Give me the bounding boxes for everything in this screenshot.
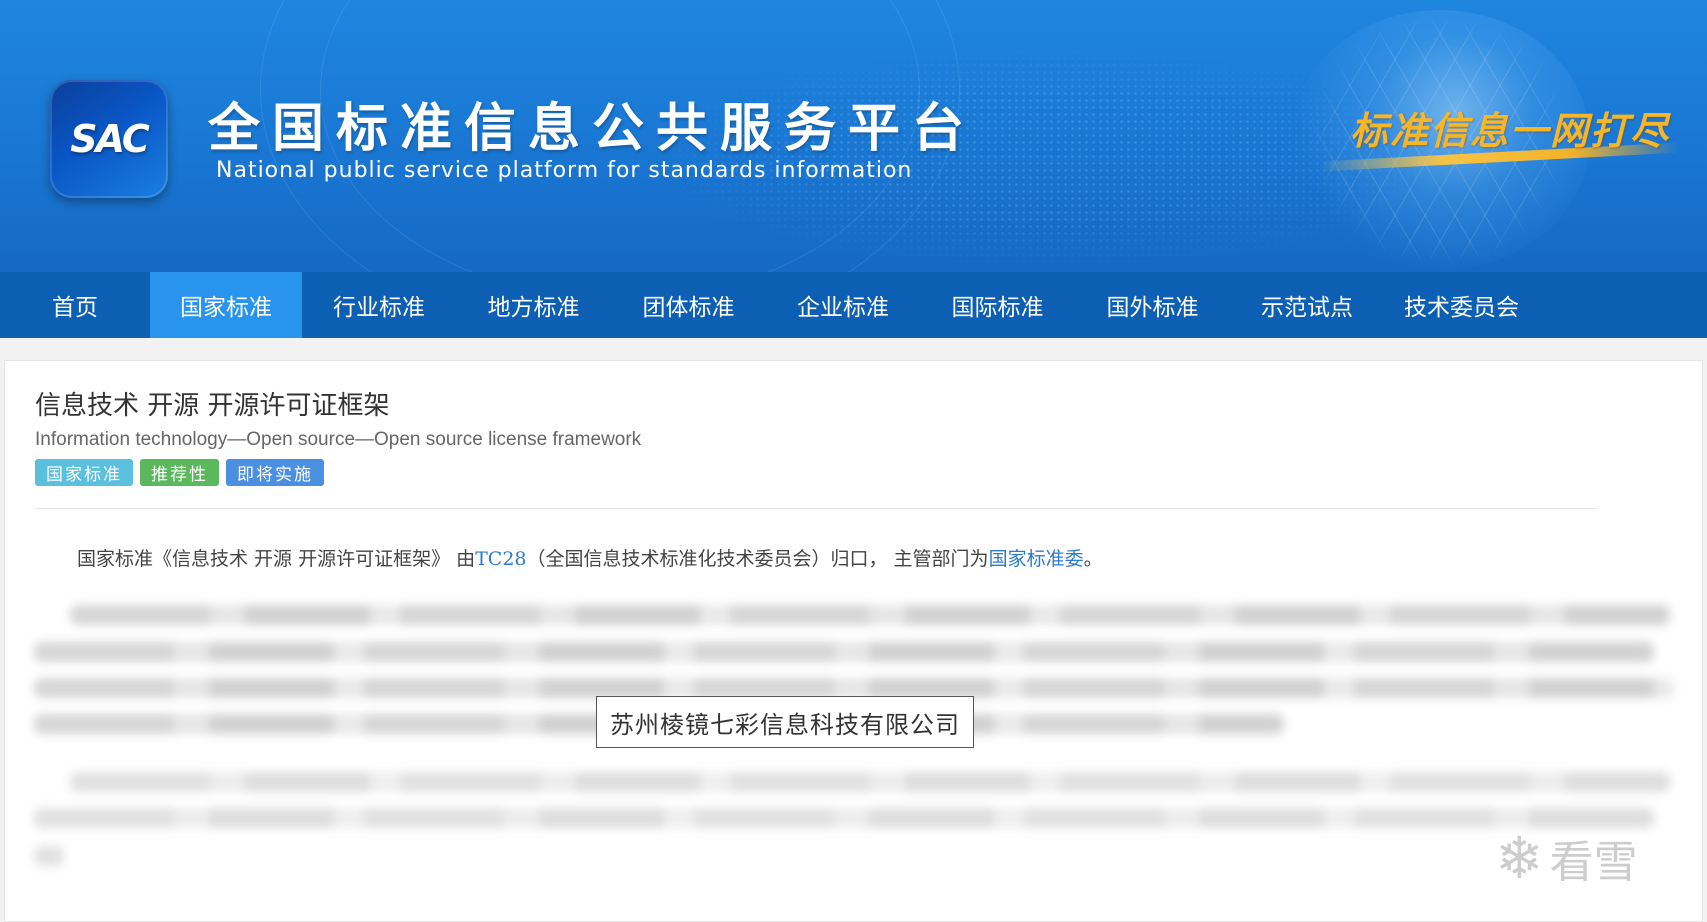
nav-item-group-standards[interactable]: 团体标准	[611, 272, 766, 338]
summary-prefix: 国家标准《信息技术 开源 开源许可证框架》 由	[77, 548, 476, 570]
committee-link[interactable]: TC28	[475, 548, 526, 570]
standard-tags: 国家标准 推荐性 即将实施	[35, 459, 324, 486]
nav-item-technical-committees[interactable]: 技术委员会	[1384, 272, 1539, 338]
nav-item-local-standards[interactable]: 地方标准	[456, 272, 611, 338]
authority-link[interactable]: 国家标准委	[989, 548, 1084, 570]
blurred-text-line	[34, 642, 1654, 662]
nav-item-national-standards[interactable]: 国家标准	[150, 272, 302, 338]
site-title: 全国标准信息公共服务平台	[208, 99, 977, 159]
standard-detail-card: 信息技术 开源 开源许可证框架 Information technology—O…	[4, 360, 1703, 922]
tag-recommended: 推荐性	[140, 459, 219, 486]
company-label: 苏州棱镜七彩信息科技有限公司	[596, 696, 974, 748]
nav-item-international-standards[interactable]: 国际标准	[920, 272, 1075, 338]
main-nav: 首页 国家标准 行业标准 地方标准 团体标准 企业标准 国际标准 国外标准 示范…	[0, 272, 1707, 338]
standard-title-en: Information technology—Open source—Open …	[35, 429, 642, 450]
nav-item-industry-standards[interactable]: 行业标准	[302, 272, 456, 338]
logo-text: SAC	[70, 117, 149, 161]
standard-summary: 国家标准《信息技术 开源 开源许可证框架》 由TC28（全国信息技术标准化技术委…	[77, 544, 1103, 571]
standard-title-cn: 信息技术 开源 开源许可证框架	[35, 391, 390, 421]
summary-middle: （全国信息技术标准化技术委员会）归口， 主管部门为	[526, 548, 989, 570]
blurred-text-line	[34, 846, 64, 866]
tag-national-standard: 国家标准	[35, 459, 133, 486]
slogan: 标准信息一网打尽	[1350, 108, 1671, 153]
blurred-text-line	[70, 605, 1670, 625]
blurred-text-line	[70, 772, 1670, 792]
nav-item-demo-pilots[interactable]: 示范试点	[1230, 272, 1384, 338]
divider	[35, 508, 1598, 509]
summary-suffix: 。	[1083, 548, 1103, 570]
blurred-text-line	[34, 808, 1654, 828]
snowflake-icon: ❄	[1495, 824, 1544, 892]
nav-item-enterprise-standards[interactable]: 企业标准	[766, 272, 920, 338]
blurred-text-line	[34, 678, 1674, 698]
nav-item-home[interactable]: 首页	[0, 272, 150, 338]
watermark-text: 看雪	[1549, 837, 1638, 888]
site-banner: SAC 全国标准信息公共服务平台 National public service…	[0, 0, 1707, 272]
nav-item-foreign-standards[interactable]: 国外标准	[1075, 272, 1230, 338]
watermark: ❄ 看雪	[1495, 826, 1638, 890]
sac-logo[interactable]: SAC	[50, 80, 168, 198]
site-subtitle: National public service platform for sta…	[216, 158, 913, 183]
tag-upcoming: 即将实施	[226, 459, 324, 486]
